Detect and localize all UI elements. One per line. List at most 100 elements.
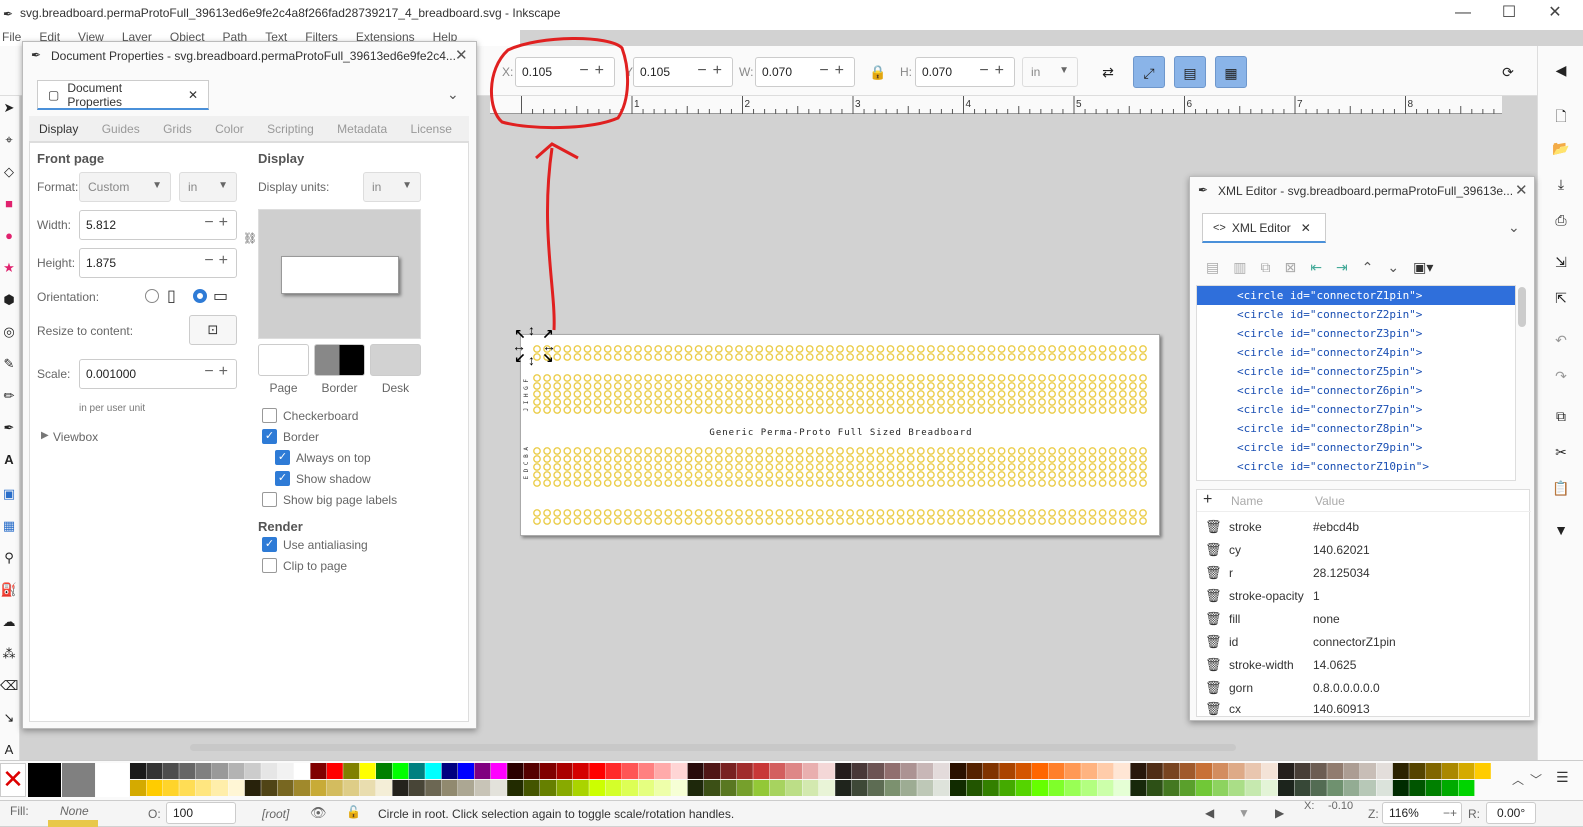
checkerboard-box[interactable]: [262, 408, 277, 423]
resize-to-content-button[interactable]: ⊡: [189, 315, 237, 345]
trash-icon[interactable]: 🗑: [1205, 542, 1229, 558]
more-commands-icon[interactable]: ▼: [1548, 522, 1574, 544]
tab-xml-editor[interactable]: <> XML Editor ✕: [1202, 213, 1326, 243]
scale-stepper[interactable]: −+: [204, 363, 233, 381]
link-dimensions-icon[interactable]: ⛓: [243, 232, 257, 245]
checkerboard-checkbox[interactable]: Checkerboard: [262, 408, 358, 423]
subtab-license[interactable]: License: [401, 116, 462, 142]
width-stepper[interactable]: −+: [204, 214, 233, 232]
new-document-icon[interactable]: 🗋: [1548, 106, 1574, 128]
antialiasing-box[interactable]: ✓: [262, 537, 277, 552]
subtab-scripting[interactable]: Scripting: [257, 116, 324, 142]
layout-options-icon[interactable]: ▣▾: [1413, 259, 1433, 276]
handle-s-icon[interactable]: ↕: [528, 352, 535, 368]
attribute-value[interactable]: 14.0625: [1313, 658, 1356, 672]
clip-to-page-checkbox[interactable]: Clip to page: [262, 558, 347, 573]
desk-color-swatch[interactable]: [370, 344, 421, 376]
mesh-tool-icon[interactable]: ▦: [0, 518, 18, 538]
trash-icon[interactable]: 🗑: [1205, 680, 1229, 696]
indent-node-icon[interactable]: ⇥: [1336, 259, 1348, 276]
gray-swatch[interactable]: [62, 763, 95, 797]
trash-icon[interactable]: 🗑: [1205, 588, 1229, 604]
layer-visibility-icon[interactable]: 👁: [310, 805, 327, 821]
attribute-value[interactable]: #ebcd4b: [1313, 520, 1359, 534]
scale-field[interactable]: 0.001000 −+: [79, 359, 237, 389]
trash-icon[interactable]: 🗑: [1205, 519, 1229, 535]
selector-tool-icon[interactable]: ➤: [0, 100, 18, 120]
unindent-node-icon[interactable]: ⇤: [1310, 259, 1322, 276]
attribute-value[interactable]: 28.125034: [1313, 566, 1370, 580]
eraser-tool-icon[interactable]: ⌫: [0, 678, 18, 698]
viewbox-expander-icon[interactable]: ▶: [41, 430, 49, 441]
width-field[interactable]: 5.812 −+: [79, 210, 237, 240]
panel-menu-chevron-icon[interactable]: ⌄: [447, 86, 459, 103]
paint-bucket-icon[interactable]: ⛽: [0, 582, 18, 602]
always-on-top-box[interactable]: ✓: [275, 450, 290, 465]
antialiasing-checkbox[interactable]: ✓ Use antialiasing: [262, 537, 368, 552]
canvas-horizontal-scrollbar[interactable]: [190, 744, 1236, 751]
open-file-icon[interactable]: 📂: [1548, 140, 1574, 162]
w-field[interactable]: 0.070 −+: [755, 57, 855, 87]
h-stepper[interactable]: −+: [979, 62, 1010, 80]
black-swatch[interactable]: [28, 763, 61, 797]
xml-node-row[interactable]: <circle id="connectorZ6pin">: [1197, 381, 1515, 400]
delete-node-icon[interactable]: ⊠: [1284, 259, 1296, 276]
move-patterns-toggle[interactable]: ▦: [1215, 56, 1247, 88]
xml-node-row[interactable]: <circle id="connectorZ9pin">: [1197, 438, 1515, 457]
ellipse-tool-icon[interactable]: ●: [0, 228, 18, 248]
border-box[interactable]: ✓: [262, 429, 277, 444]
border-checkbox[interactable]: ✓ Border: [262, 429, 319, 444]
text-tool-icon[interactable]: A: [0, 452, 18, 472]
y-field[interactable]: 0.105 −+: [633, 57, 733, 87]
attribute-row[interactable]: 🗑 fill none: [1205, 608, 1525, 630]
border-color-swatch[interactable]: [314, 344, 365, 376]
attribute-value[interactable]: 140.60913: [1313, 702, 1370, 716]
unit-select[interactable]: in ▼: [1022, 57, 1078, 87]
xml-node-row[interactable]: <circle id="connectorZ7pin">: [1197, 400, 1515, 419]
attribute-value[interactable]: connectorZ1pin: [1313, 635, 1396, 649]
zoom-stepper[interactable]: −+: [1443, 803, 1457, 823]
lock-icon[interactable]: 🔒: [862, 56, 894, 88]
gradient-tool-icon[interactable]: ▣: [0, 486, 18, 506]
portrait-radio[interactable]: [145, 289, 159, 303]
xml-node-row[interactable]: <circle id="connectorZ10pin">: [1197, 457, 1515, 476]
y-stepper[interactable]: −+: [697, 62, 728, 80]
copy-icon[interactable]: ⧉: [1548, 408, 1574, 430]
measure-tool-icon[interactable]: A: [0, 742, 18, 762]
doc-props-close-icon[interactable]: ✕: [455, 46, 468, 64]
show-shadow-checkbox[interactable]: ✓ Show shadow: [275, 471, 371, 486]
add-attribute-icon[interactable]: +: [1203, 491, 1212, 509]
viewbox-expander[interactable]: Viewbox: [53, 430, 98, 444]
handle-se-icon[interactable]: ↘: [542, 350, 554, 367]
node-tool-icon[interactable]: ⌖: [0, 132, 18, 152]
rectangle-tool-icon[interactable]: ■: [0, 196, 18, 216]
palette-menu-icon[interactable]: ☰: [1556, 769, 1569, 786]
page-color-swatch[interactable]: [258, 344, 309, 376]
current-layer[interactable]: [root]: [262, 807, 289, 821]
xml-node-row[interactable]: <circle id="connectorZ3pin">: [1197, 324, 1515, 343]
palette-scroll-up-icon[interactable]: ︿: [1512, 771, 1524, 788]
show-big-page-labels-box[interactable]: [262, 492, 277, 507]
attribute-value[interactable]: 0.8.0.0.0.0.0: [1313, 681, 1380, 695]
no-paint-swatch[interactable]: ✕: [0, 763, 26, 797]
opacity-field[interactable]: 100: [166, 802, 236, 824]
zoom-field[interactable]: 116% −+: [1382, 802, 1462, 824]
xml-editor-close-icon[interactable]: ✕: [1515, 181, 1528, 199]
rotation-field[interactable]: 0.00°: [1486, 802, 1536, 824]
xml-panel-menu-chevron-icon[interactable]: ⌄: [1508, 219, 1520, 236]
trash-icon[interactable]: 🗑: [1205, 611, 1229, 627]
xml-tab-close-icon[interactable]: ✕: [1301, 221, 1311, 235]
star-tool-icon[interactable]: ★: [0, 260, 18, 280]
white-swatch[interactable]: [96, 763, 129, 797]
new-text-node-icon[interactable]: ▥: [1233, 259, 1246, 276]
layer-lock-icon[interactable]: 🔓: [346, 805, 361, 819]
tweak-tool-icon[interactable]: ☁: [0, 614, 18, 634]
trash-icon[interactable]: 🗑: [1205, 701, 1229, 717]
lower-node-icon[interactable]: ⌄: [1387, 259, 1399, 276]
show-big-page-labels-checkbox[interactable]: Show big page labels: [262, 492, 397, 507]
xml-node-row[interactable]: <circle id="connectorZ5pin">: [1197, 362, 1515, 381]
always-on-top-checkbox[interactable]: ✓ Always on top: [275, 450, 371, 465]
trash-icon[interactable]: 🗑: [1205, 657, 1229, 673]
scale-corners-toggle[interactable]: ⤢: [1133, 56, 1165, 88]
subtab-grids[interactable]: Grids: [153, 116, 202, 142]
